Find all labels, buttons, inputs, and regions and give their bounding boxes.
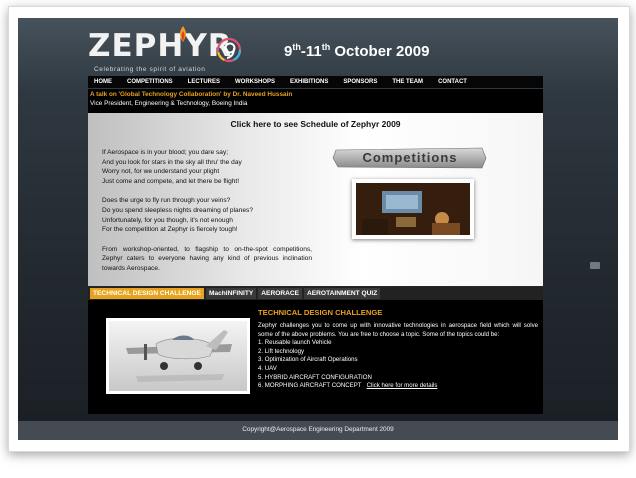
tab-technical-design-challenge[interactable]: TECHNICAL DESIGN CHALLENGE [90, 288, 204, 299]
talk-speaker: Vice President, Engineering & Technology… [90, 100, 248, 107]
topic-item: 5. HYBRID AIRCRAFT CONFIGURATION [258, 373, 372, 381]
tab-panel: TECHNICAL DESIGN CHALLENGE Zephyr challe… [88, 300, 543, 414]
nav-item-exhibitions[interactable]: EXHIBITIONS [284, 79, 337, 85]
nav-item-competitions[interactable]: COMPETITIONS [121, 79, 182, 85]
event-date: 9th-11th October 2009 [284, 42, 430, 60]
nav-item-the-team[interactable]: THE TEAM [386, 79, 432, 85]
zephyr-logo[interactable]: ZEPHYR Celebrating the spirit of aviatio… [88, 26, 258, 76]
topic-item: 6. MORPHING AIRCRAFT CONCEPT [258, 382, 362, 390]
competitions-banner-label: Competitions [362, 150, 457, 165]
intro-poem: If Aerospace is in your blood; you dare … [102, 148, 312, 284]
topic-item: 3. Optimization of Aircraft Operations [258, 356, 358, 364]
poem-line: Do you spend sleepless nights dreaming o… [102, 206, 254, 214]
panel-body: Zephyr challenges you to come up with in… [258, 322, 538, 391]
tab-machinfinity[interactable]: MachINFINITY [205, 288, 257, 299]
tab-aerorace[interactable]: AERORACE [258, 288, 303, 299]
poem-line: If Aerospace is in your blood; you dare … [102, 149, 229, 156]
competition-tabs: TECHNICAL DESIGN CHALLENGE MachINFINITY … [88, 287, 543, 300]
scroll-handle[interactable] [590, 262, 600, 269]
poem-line: Unfortunately, for you though, it's not … [102, 216, 233, 224]
panel-description: Zephyr challenges you to come up with in… [258, 322, 538, 338]
tab-aerotainment-quiz[interactable]: AEROTAINMENT QUIZ [304, 288, 381, 299]
competition-photo [352, 179, 474, 239]
details-link[interactable]: Click here for more details [367, 382, 438, 389]
panel-title: TECHNICAL DESIGN CHALLENGE [258, 308, 383, 317]
page: ZEPHYR Celebrating the spirit of aviatio… [18, 18, 618, 440]
logo-tagline: Celebrating the spirit of aviation [94, 66, 206, 73]
intro-paragraph: From workshop-oriented, to flagship to o… [102, 245, 312, 272]
copyright-text: Copyright@Aerospace Engineering Departme… [242, 426, 394, 433]
poem-line: Does the urge to fly run through your ve… [102, 197, 231, 205]
footer: Copyright@Aerospace Engineering Departme… [18, 421, 618, 440]
poem-line: Worry not, for we understand your plight [102, 168, 220, 176]
topic-item: 1. Reusable launch Vehicle [258, 339, 332, 347]
logo-09-icon [216, 37, 242, 63]
aircraft-image [106, 318, 250, 394]
talk-title[interactable]: A talk on 'Global Technology Collaborati… [90, 91, 292, 98]
topic-item-last: 6. MORPHING AIRCRAFT CONCEPT Click here … [258, 382, 538, 391]
competitions-banner[interactable]: Competitions [332, 147, 488, 169]
nav-item-home[interactable]: HOME [88, 79, 121, 85]
poem-line: For the competition at Zephyr is fiercel… [102, 226, 238, 234]
nav-item-workshops[interactable]: WORKSHOPS [229, 79, 284, 85]
schedule-link[interactable]: Click here to see Schedule of Zephyr 200… [88, 119, 543, 129]
topic-item: 4. UAV [258, 364, 277, 372]
talk-announcement: A talk on 'Global Technology Collaborati… [88, 89, 543, 113]
poem-line: And you look for stars in the sky all th… [102, 158, 242, 166]
logo-text: ZEPHYR [88, 28, 233, 64]
flame-icon [179, 26, 187, 42]
main-content: Click here to see Schedule of Zephyr 200… [88, 113, 543, 286]
nav-item-lectures[interactable]: LECTURES [182, 79, 229, 85]
main-nav: HOME COMPETITIONS LECTURES WORKSHOPS EXH… [88, 76, 543, 88]
nav-item-sponsors[interactable]: SPONSORS [337, 79, 386, 85]
header: ZEPHYR Celebrating the spirit of aviatio… [18, 18, 618, 76]
topic-item: 2. Lift technology [258, 347, 305, 355]
nav-item-contact[interactable]: CONTACT [432, 79, 476, 85]
poem-line: Just come and compete, and let there be … [102, 177, 240, 185]
